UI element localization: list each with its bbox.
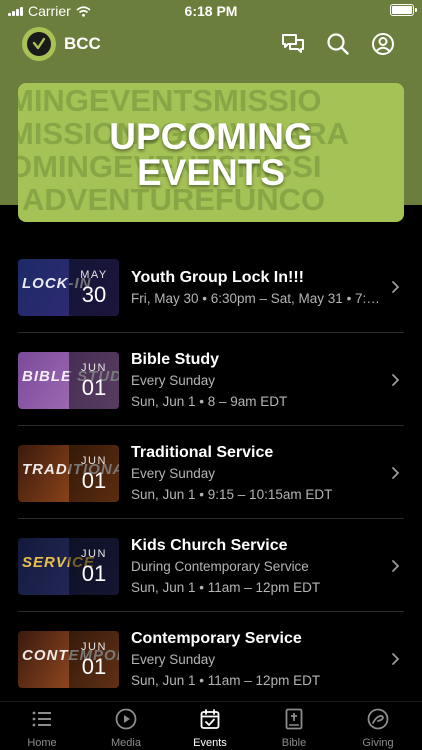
event-date-badge: JUN 01 — [69, 631, 119, 688]
event-recurrence: Every Sunday — [131, 373, 216, 388]
event-thumbnail: CONTEMPORARY JUN 01 — [18, 631, 119, 688]
messages-button[interactable] — [280, 31, 306, 57]
chat-icon — [282, 34, 304, 53]
event-day: 01 — [81, 654, 107, 679]
event-date-badge: MAY 30 — [69, 259, 119, 316]
chevron-right-icon — [392, 560, 400, 572]
event-item[interactable]: BIBLE STUDY JUN 01 Bible Study Every Sun… — [18, 333, 404, 426]
event-title: Youth Group Lock In!!! — [131, 269, 305, 286]
chevron-right-icon — [392, 467, 400, 479]
event-time: Sun, Jun 1 • 9:15 – 10:15am EDT — [131, 487, 333, 502]
event-month: JUN — [81, 455, 107, 467]
event-thumbnail: LOCK-IN MAY 30 — [18, 259, 119, 316]
search-button[interactable] — [325, 31, 351, 57]
list-icon — [32, 711, 51, 727]
event-day: 01 — [81, 375, 107, 400]
tab-giving[interactable]: Giving — [336, 702, 420, 750]
event-recurrence: During Contemporary Service — [131, 559, 309, 574]
event-thumbnail: BIBLE STUDY JUN 01 — [18, 352, 119, 409]
event-day: 01 — [81, 468, 107, 493]
event-recurrence: Every Sunday — [131, 652, 216, 667]
tab-label: Media — [111, 737, 141, 749]
profile-button[interactable] — [370, 31, 396, 57]
event-item[interactable]: LOCK-IN MAY 30 Youth Group Lock In!!! Fr… — [18, 240, 404, 333]
tab-events[interactable]: Events — [168, 702, 252, 750]
giving-icon — [367, 708, 389, 730]
event-item[interactable]: TRADITIONAL JUN 01 Traditional Service E… — [18, 426, 404, 519]
tab-bible[interactable]: Bible — [252, 702, 336, 750]
app-header: BCC — [0, 25, 422, 63]
event-date-badge: JUN 01 — [69, 352, 119, 409]
tab-label: Giving — [362, 737, 394, 749]
event-recurrence: Every Sunday — [131, 466, 216, 481]
event-time: Sun, Jun 1 • 8 – 9am EDT — [131, 394, 288, 409]
banner-pattern-text: MINGEVENTSMISSIO — [18, 83, 322, 118]
event-thumbnail: SERVICE JUN 01 — [18, 538, 119, 595]
tab-label: Home — [27, 737, 57, 749]
event-date-badge: JUN 01 — [69, 538, 119, 595]
event-date-badge: JUN 01 — [69, 445, 119, 502]
event-thumbnail: TRADITIONAL JUN 01 — [18, 445, 119, 502]
tab-label: Events — [193, 737, 227, 749]
event-title: Bible Study — [131, 351, 220, 368]
event-title: Contemporary Service — [131, 630, 302, 647]
tab-bar: Home Media Events Bible Giving — [0, 701, 422, 750]
event-month: JUN — [81, 641, 107, 653]
banner-title-line2: EVENTS — [136, 152, 286, 193]
event-day: 30 — [81, 282, 107, 307]
banner-title-line1: UPCOMING — [109, 116, 313, 157]
chevron-right-icon — [392, 281, 400, 293]
app-title: BCC — [64, 34, 101, 53]
event-month: JUN — [81, 362, 107, 374]
event-time: Fri, May 30 • 6:30pm – Sat, May 31 • 7:3… — [131, 291, 383, 306]
play-icon — [115, 708, 137, 730]
status-bar: Carrier 6:18 PM — [0, 0, 422, 22]
event-item[interactable]: SERVICE JUN 01 Kids Church Service Durin… — [18, 519, 404, 612]
status-time: 6:18 PM — [184, 3, 238, 19]
event-list: LOCK-IN MAY 30 Youth Group Lock In!!! Fr… — [18, 240, 404, 705]
tab-media[interactable]: Media — [84, 702, 168, 750]
event-title: Traditional Service — [131, 444, 274, 461]
event-month: MAY — [80, 269, 108, 281]
profile-icon — [372, 33, 394, 55]
event-month: JUN — [81, 548, 107, 560]
event-time: Sun, Jun 1 • 11am – 12pm EDT — [131, 580, 321, 595]
event-day: 01 — [81, 561, 107, 586]
tab-home[interactable]: Home — [0, 702, 84, 750]
event-time: Sun, Jun 1 • 11am – 12pm EDT — [131, 673, 321, 688]
chevron-right-icon — [392, 374, 400, 386]
banner-title: UPCOMING EVENTS — [18, 116, 404, 193]
tab-label: Bible — [281, 737, 307, 749]
event-item[interactable]: CONTEMPORARY JUN 01 Contemporary Service… — [18, 612, 404, 705]
upcoming-events-banner: MINGEVENTSMISSIO MISSIONSGROWDARA OMINGE… — [18, 83, 404, 222]
chevron-right-icon — [392, 653, 400, 665]
church-logo[interactable] — [22, 27, 56, 61]
calendar-check-icon — [200, 709, 220, 729]
search-icon — [327, 33, 349, 55]
battery-icon — [390, 4, 417, 16]
bible-icon — [285, 708, 303, 730]
check-logo-icon — [32, 37, 46, 50]
event-title: Kids Church Service — [131, 537, 288, 554]
